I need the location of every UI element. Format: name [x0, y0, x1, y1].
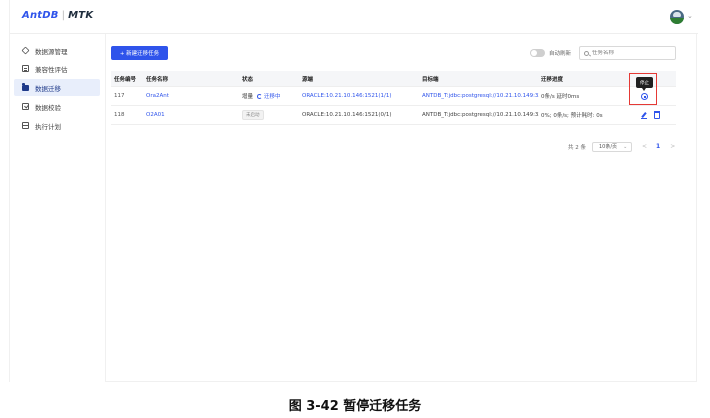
search-icon — [584, 50, 589, 56]
sidebar-item-validation[interactable]: 数据校验 — [14, 98, 100, 115]
task-id: 118 — [114, 112, 125, 118]
logo-separator: | — [61, 10, 66, 21]
user-avatar-icon[interactable] — [670, 10, 684, 24]
column-header: 目标端 — [422, 76, 439, 83]
figure-caption: 图 3-42 暂停迁移任务 — [288, 399, 422, 414]
table-row: 118 O2A01 未启动 ORACLE:10.21.10.146:1521(0… — [111, 106, 676, 125]
task-status: 未启动 — [242, 106, 300, 124]
task-id: 117 — [114, 93, 125, 99]
auto-refresh-toggle[interactable] — [530, 49, 545, 57]
status-mode: 增量 — [242, 94, 254, 100]
table-header: 任务编号 任务名称 状态 源端 目标端 迁移进度 — [111, 71, 676, 87]
delete-icon[interactable] — [654, 111, 660, 119]
status-badge: 未启动 — [242, 110, 264, 120]
edit-icon[interactable] — [641, 112, 647, 119]
progress-text: 0条/s 延时0ms — [541, 94, 580, 100]
sidebar-item-label: 数据源管理 — [35, 47, 68, 56]
chevron-down-icon[interactable]: ⌄ — [687, 12, 693, 20]
stop-tooltip: 停止 — [636, 77, 653, 91]
layers-icon — [21, 46, 30, 55]
new-task-button[interactable]: + 新建迁移任务 — [111, 46, 168, 60]
column-header: 源端 — [302, 76, 314, 83]
top-bar: AntDB | MTK ⌄ — [10, 0, 698, 34]
sidebar-item-label: 执行计划 — [35, 122, 61, 131]
table-row: 117 Ora2Ant 增量 迁移中 ORACLE:10.21.10.146:1… — [111, 87, 676, 106]
column-header: 状态 — [242, 76, 254, 83]
logo-product: MTK — [68, 10, 94, 21]
column-header: 任务名称 — [146, 76, 169, 83]
search-input[interactable] — [592, 50, 672, 56]
column-header: 迁移进度 — [541, 76, 564, 83]
source-link[interactable]: ORACLE:10.21.10.146:1521(1/1) — [302, 87, 418, 105]
progress-text: 0%; 0条/s; 预计耗时: 0s — [541, 113, 603, 119]
sidebar: 数据源管理 兼容性评估 数据迁移 数据校验 执行计划 — [10, 34, 106, 382]
logo: AntDB | MTK — [22, 10, 93, 21]
column-header: 任务编号 — [114, 76, 137, 83]
page-number-button[interactable]: 1 — [656, 143, 660, 150]
page-size-value: 10条/页 — [599, 144, 618, 150]
search-box[interactable] — [579, 46, 676, 60]
pagination: 共 2 条 10条/页 ⌄ < 1 > — [568, 141, 675, 152]
logo-brand: AntDB — [22, 10, 59, 21]
chevron-down-icon: ⌄ — [623, 143, 628, 150]
status-running: 迁移中 — [257, 92, 281, 100]
task-table: 任务编号 任务名称 状态 源端 目标端 迁移进度 117 Ora2Ant 增量 … — [111, 71, 676, 125]
source-text: ORACLE:10.21.10.146:1521(0/1) — [302, 112, 392, 118]
folder-icon — [22, 83, 29, 91]
loading-icon — [257, 93, 263, 99]
sidebar-item-label: 兼容性评估 — [35, 65, 68, 74]
task-status: 增量 迁移中 — [242, 87, 300, 105]
target-text: ANTDB_T:jdbc:postgresql://10.21.10.149:3… — [422, 112, 539, 118]
auto-refresh-label: 自动刷新 — [549, 51, 572, 57]
sidebar-item-migration[interactable]: 数据迁移 — [14, 79, 100, 96]
document-icon — [22, 65, 29, 72]
task-name-link[interactable]: O2A01 — [146, 106, 236, 124]
sidebar-item-label: 数据迁移 — [35, 84, 61, 93]
next-page-button[interactable]: > — [670, 143, 675, 150]
sidebar-item-plan[interactable]: 执行计划 — [14, 117, 100, 134]
task-name-link[interactable]: Ora2Ant — [146, 87, 236, 105]
prev-page-button[interactable]: < — [642, 143, 647, 150]
total-count: 共 2 条 — [568, 144, 586, 151]
check-icon — [22, 103, 29, 110]
sidebar-item-compatibility[interactable]: 兼容性评估 — [14, 60, 100, 77]
status-running-label: 迁移中 — [264, 94, 281, 100]
target-link[interactable]: ANTDB_T:jdbc:postgresql://10.21.10.149:3… — [422, 87, 539, 105]
sidebar-item-label: 数据校验 — [35, 103, 61, 112]
page-size-select[interactable]: 10条/页 ⌄ — [592, 141, 632, 152]
calendar-icon — [22, 122, 29, 129]
sidebar-item-datasource[interactable]: 数据源管理 — [14, 42, 100, 59]
